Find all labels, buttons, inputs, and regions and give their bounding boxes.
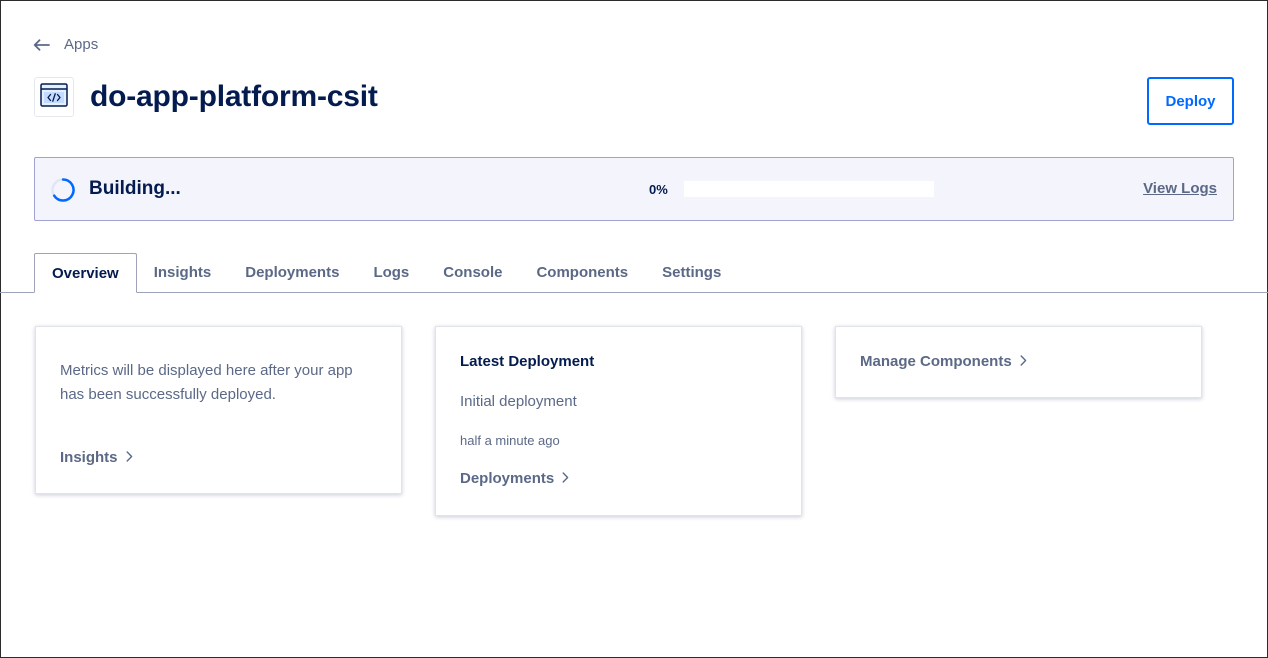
metrics-card: Metrics will be displayed here after you… [35, 326, 402, 494]
breadcrumb-apps[interactable]: Apps [33, 36, 98, 53]
breadcrumb-label: Apps [64, 36, 99, 53]
progress-percent: 0% [649, 182, 668, 197]
metrics-message: Metrics will be displayed here after you… [60, 362, 353, 403]
tab-insights[interactable]: Insights [137, 253, 229, 293]
deploy-button[interactable]: Deploy [1147, 77, 1234, 125]
manage-components-link-label: Manage Components [860, 353, 1012, 370]
tab-deployments[interactable]: Deployments [228, 253, 356, 293]
progress-bar [684, 181, 934, 197]
latest-deployment-heading: Latest Deployment [460, 353, 595, 370]
build-status-banner: Building... 0% View Logs [34, 157, 1234, 221]
deployment-time: half a minute ago [460, 433, 560, 448]
deployments-link[interactable]: Deployments [460, 470, 569, 487]
insights-link-label: Insights [60, 449, 118, 466]
manage-components-card: Manage Components [835, 326, 1202, 398]
tab-overview[interactable]: Overview [34, 253, 137, 293]
deployments-link-label: Deployments [460, 470, 555, 487]
deployment-name: Initial deployment [460, 393, 577, 410]
status-text: Building... [89, 178, 181, 199]
arrow-left-icon [33, 38, 50, 51]
insights-link[interactable]: Insights [60, 449, 133, 466]
tab-settings[interactable]: Settings [645, 253, 738, 293]
chevron-right-icon [562, 470, 569, 487]
tab-components[interactable]: Components [519, 253, 645, 293]
chevron-right-icon [1020, 353, 1027, 370]
code-window-icon [40, 82, 68, 112]
view-logs-link[interactable]: View Logs [1143, 180, 1217, 197]
tab-bar: Overview Insights Deployments Logs Conso… [34, 253, 738, 293]
page-title: do-app-platform-csit [90, 80, 378, 113]
chevron-right-icon [126, 449, 133, 466]
latest-deployment-card: Latest Deployment Initial deployment hal… [435, 326, 802, 516]
tab-logs[interactable]: Logs [356, 253, 426, 293]
spinner-icon [50, 177, 76, 208]
tab-console[interactable]: Console [426, 253, 519, 293]
manage-components-link[interactable]: Manage Components [860, 353, 1027, 370]
app-icon [34, 77, 74, 117]
